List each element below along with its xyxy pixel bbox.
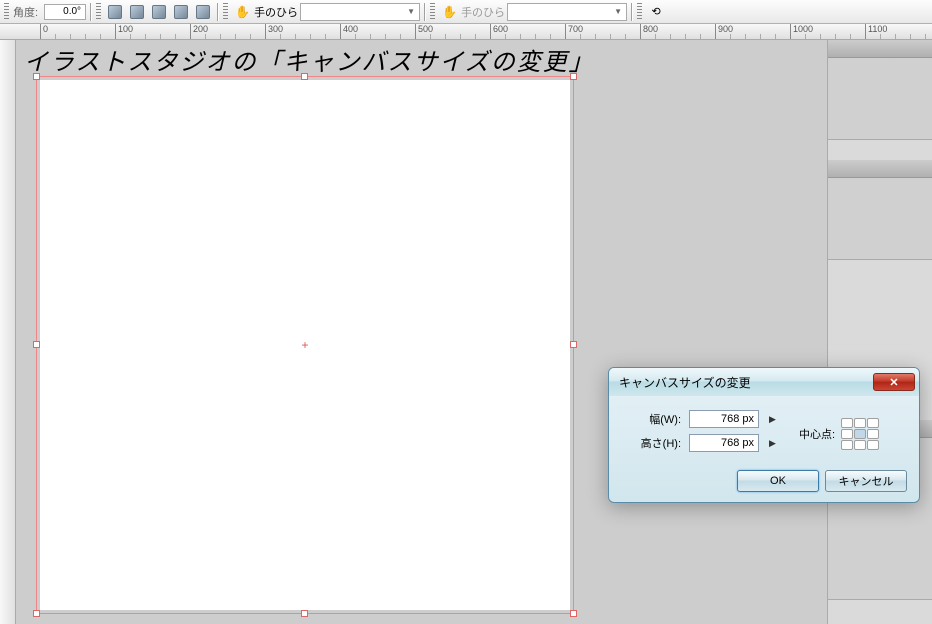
- hand-tool-button[interactable]: ✋: [232, 2, 252, 22]
- anchor-cell[interactable]: [841, 440, 853, 450]
- ruler-vertical: [0, 40, 16, 624]
- width-arrow-button[interactable]: ▶: [769, 414, 779, 425]
- undo-button[interactable]: ⟲: [646, 2, 666, 22]
- palm-label: 手のひら: [254, 4, 298, 20]
- height-input[interactable]: [689, 434, 759, 452]
- workspace: イラストスタジオの「キャンバスサイズの変更」 + ▶: [0, 40, 932, 624]
- separator-icon: [217, 3, 219, 21]
- tool-icon: [108, 5, 122, 19]
- width-input[interactable]: [689, 410, 759, 428]
- palm-label: 手のひら: [461, 4, 505, 20]
- tool-icon: [130, 5, 144, 19]
- tool-icon: [152, 5, 166, 19]
- toolbar-grip-icon: [430, 3, 435, 21]
- palm-dropdown[interactable]: ▼: [300, 3, 420, 21]
- anchor-label: 中心点:: [799, 426, 835, 442]
- close-button[interactable]: ✕: [873, 373, 915, 391]
- anchor-cell[interactable]: [841, 429, 853, 439]
- palm-dropdown[interactable]: ▼: [507, 3, 627, 21]
- anchor-cell[interactable]: [867, 418, 879, 428]
- height-label: 高さ(H):: [621, 435, 681, 451]
- tool-button[interactable]: [105, 2, 125, 22]
- canvas-viewport[interactable]: イラストスタジオの「キャンバスサイズの変更」 +: [16, 40, 827, 624]
- resize-handle-br[interactable]: [570, 610, 577, 617]
- tool-icon: [196, 5, 210, 19]
- canvas[interactable]: [40, 80, 570, 610]
- hand-icon: ✋: [442, 5, 456, 19]
- resize-handle-mr[interactable]: [570, 341, 577, 348]
- resize-handle-bl[interactable]: [33, 610, 40, 617]
- ruler-horizontal: 010020030040050060070080090010001100: [0, 24, 932, 40]
- ok-button[interactable]: OK: [737, 470, 819, 492]
- height-arrow-button[interactable]: ▶: [769, 438, 779, 449]
- hand-tool-button[interactable]: ✋: [439, 2, 459, 22]
- dropdown-arrow-icon: ▼: [614, 7, 622, 16]
- dialog-titlebar[interactable]: キャンバスサイズの変更 ✕: [609, 368, 919, 396]
- separator-icon: [631, 3, 633, 21]
- width-label: 幅(W):: [621, 411, 681, 427]
- main-toolbar: 角度: ✋ 手のひら ▼ ✋ 手のひら ▼ ⟲: [0, 0, 932, 24]
- tool-button[interactable]: [171, 2, 191, 22]
- toolbar-grip-icon: [637, 3, 642, 21]
- dialog-title: キャンバスサイズの変更: [619, 374, 751, 391]
- panel[interactable]: [828, 40, 932, 140]
- panel-header[interactable]: [828, 160, 932, 178]
- panel-header[interactable]: [828, 40, 932, 58]
- dialog-body: 幅(W): ▶ 高さ(H): ▶ 中心点:: [609, 396, 919, 502]
- page-title: イラストスタジオの「キャンバスサイズの変更」: [24, 42, 595, 77]
- anchor-grid: [841, 418, 879, 450]
- separator-icon: [90, 3, 92, 21]
- angle-input[interactable]: [44, 4, 86, 20]
- ruler-tick: 1000: [790, 24, 813, 40]
- dropdown-arrow-icon: ▼: [407, 7, 415, 16]
- toolbar-grip-icon: [96, 3, 101, 21]
- tool-icon: [174, 5, 188, 19]
- anchor-cell[interactable]: [867, 440, 879, 450]
- anchor-cell[interactable]: [867, 429, 879, 439]
- resize-handle-bm[interactable]: [301, 610, 308, 617]
- tool-button[interactable]: [193, 2, 213, 22]
- undo-icon: ⟲: [647, 5, 665, 19]
- anchor-cell[interactable]: [854, 418, 866, 428]
- panel[interactable]: [828, 160, 932, 260]
- tool-button[interactable]: [127, 2, 147, 22]
- cancel-button[interactable]: キャンセル: [825, 470, 907, 492]
- canvas-size-dialog: キャンバスサイズの変更 ✕ 幅(W): ▶ 高さ(H): ▶ 中心点:: [608, 367, 920, 503]
- tool-button[interactable]: [149, 2, 169, 22]
- toolbar-grip-icon: [4, 3, 9, 21]
- close-icon: ✕: [889, 376, 898, 389]
- hand-icon: ✋: [235, 5, 249, 19]
- resize-handle-ml[interactable]: [33, 341, 40, 348]
- anchor-cell[interactable]: [854, 429, 866, 439]
- ruler-tick: 1100: [865, 24, 887, 40]
- anchor-cell[interactable]: [841, 418, 853, 428]
- right-panels: ▶: [827, 40, 932, 624]
- separator-icon: [424, 3, 426, 21]
- toolbar-grip-icon: [223, 3, 228, 21]
- angle-label: 角度:: [13, 4, 38, 20]
- ruler-tick: 0: [40, 24, 48, 40]
- anchor-cell[interactable]: [854, 440, 866, 450]
